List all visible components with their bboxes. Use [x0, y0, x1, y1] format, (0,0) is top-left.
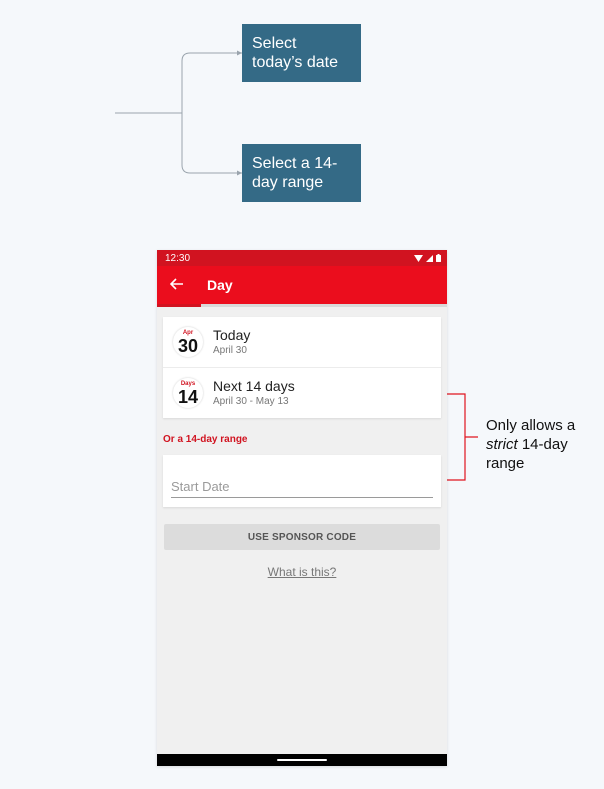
side-note-prefix: Only allows a [486, 417, 576, 434]
phone-screen: 12:30 Day Apr 30 Today April 30 Days 14 … [157, 250, 447, 766]
app-bar-title: Day [207, 277, 233, 293]
side-note-strict-range: Only allows a strict 14-day range [486, 416, 596, 473]
calendar-badge-icon: Days 14 [173, 378, 203, 408]
status-time: 12:30 [165, 252, 191, 264]
signal-icon [426, 254, 433, 262]
home-handle[interactable] [277, 759, 327, 761]
calendar-badge-icon: Apr 30 [173, 327, 203, 357]
date-options-card: Apr 30 Today April 30 Days 14 Next 14 da… [163, 317, 441, 418]
app-bar: Day [157, 266, 447, 304]
arrow-back-icon [169, 278, 183, 290]
range-section-label: Or a 14-day range [163, 434, 248, 445]
option-title: Next 14 days [213, 378, 295, 394]
option-title: Today [213, 327, 251, 343]
badge-days: 14 [177, 386, 199, 407]
wifi-icon [414, 254, 423, 262]
use-sponsor-code-button[interactable]: USE SPONSOR CODE [164, 524, 440, 550]
flow-branch-line [181, 52, 242, 174]
note-select-today: Select today’s date [242, 24, 361, 82]
side-note-emphasis: strict [486, 436, 518, 453]
progress-strip [157, 304, 447, 307]
note-select-range-text: Select a 14-day range [252, 155, 338, 191]
progress-indicator [157, 304, 201, 307]
option-subtitle: April 30 - May 13 [213, 396, 289, 407]
note-select-today-text: Select today’s date [252, 35, 338, 71]
option-text: Next 14 days April 30 - May 13 [213, 378, 295, 408]
battery-icon [436, 254, 441, 262]
option-text: Today April 30 [213, 327, 250, 357]
start-date-input[interactable] [171, 475, 433, 498]
option-today[interactable]: Apr 30 Today April 30 [163, 317, 441, 367]
badge-day: 30 [177, 335, 199, 356]
note-select-range: Select a 14-day range [242, 144, 361, 202]
option-next-14-days[interactable]: Days 14 Next 14 days April 30 - May 13 [163, 367, 441, 418]
start-date-card [163, 455, 441, 507]
status-bar: 12:30 [157, 250, 447, 266]
what-is-this-link[interactable]: What is this? [157, 565, 447, 579]
system-nav-bar [157, 754, 447, 766]
back-button[interactable] [157, 275, 197, 295]
option-subtitle: April 30 [213, 345, 247, 356]
status-icons [414, 254, 441, 262]
